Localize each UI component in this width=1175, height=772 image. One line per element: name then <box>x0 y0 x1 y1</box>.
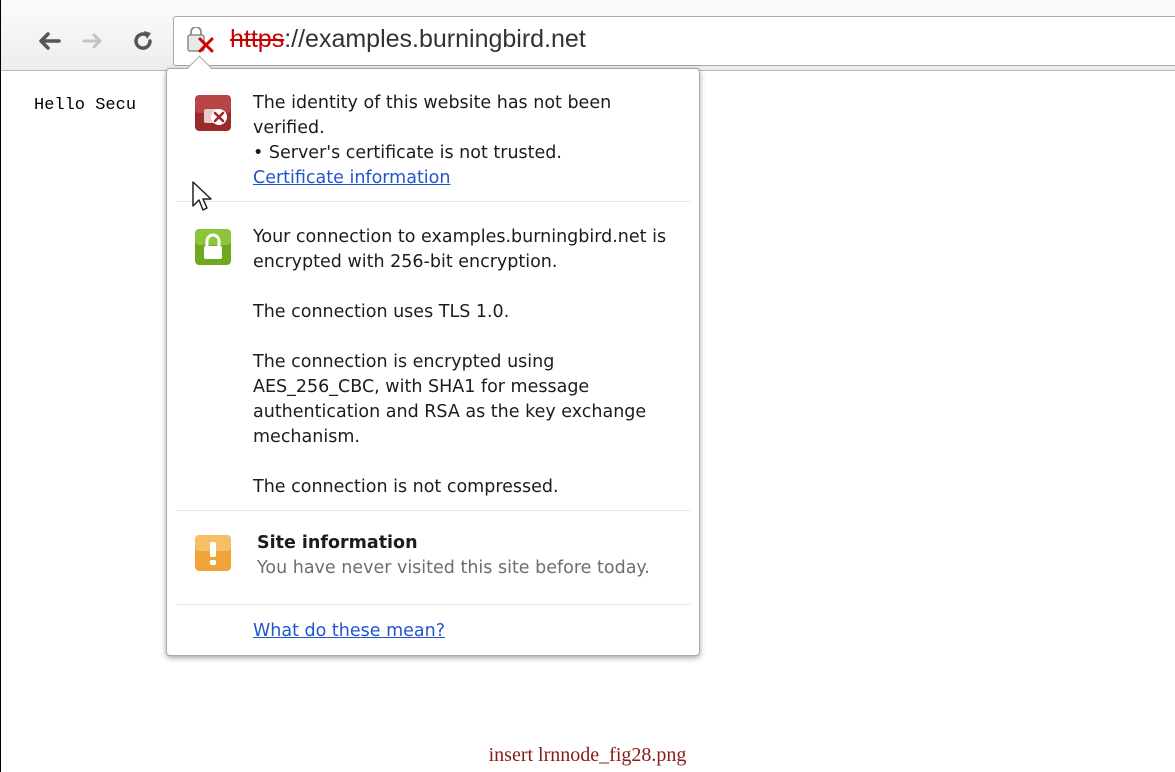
help-link-row: What do these mean? <box>253 619 683 644</box>
reload-icon <box>134 31 152 50</box>
url-scheme: https <box>230 25 285 53</box>
warning-icon <box>195 535 231 571</box>
section-divider <box>177 510 691 511</box>
connection-text: Your connection to examples.burningbird.… <box>253 225 683 500</box>
certificate-information-link[interactable]: Certificate information <box>253 168 450 188</box>
identity-text: The identity of this website has not bee… <box>253 91 683 191</box>
security-info-bubble: The identity of this website has not bee… <box>166 55 700 656</box>
connection-cipher-text: The connection is encrypted using AES_25… <box>253 352 647 447</box>
identity-error-icon <box>195 95 231 131</box>
site-information-title: Site information <box>257 533 418 553</box>
identity-message: The identity of this website has not bee… <box>253 93 612 138</box>
section-divider <box>177 201 691 202</box>
figure-caption: insert lrnnode_fig28.png <box>488 744 687 766</box>
connection-protocol-text: The connection uses TLS 1.0. <box>253 302 510 322</box>
connection-compression-text: The connection is not compressed. <box>253 477 559 497</box>
broken-lock-icon[interactable] <box>186 27 228 55</box>
url-host: ://examples.burningbird.net <box>284 25 586 53</box>
forward-button[interactable] <box>79 24 107 58</box>
back-button[interactable] <box>35 24 63 58</box>
url-text: https://examples.burningbird.net <box>230 25 586 54</box>
green-lock-icon <box>195 229 231 265</box>
address-bar[interactable]: https://examples.burningbird.net <box>173 16 1175 66</box>
what-do-these-mean-link[interactable]: What do these mean? <box>253 621 445 641</box>
section-divider <box>177 604 691 605</box>
reload-button[interactable] <box>129 24 157 58</box>
site-visit-history: You have never visited this site before … <box>257 558 650 578</box>
connection-encryption-text: Your connection to examples.burningbird.… <box>253 227 667 272</box>
identity-reason: • Server's certificate is not trusted. <box>253 143 562 163</box>
site-information-text: Site information You have never visited … <box>257 531 687 581</box>
mouse-cursor-icon <box>192 181 212 211</box>
page-content-text: Hello Secu <box>34 96 137 115</box>
browser-toolbar: https://examples.burningbird.net <box>1 0 1175 71</box>
forward-arrow-icon <box>82 33 102 49</box>
back-arrow-icon <box>39 32 61 50</box>
